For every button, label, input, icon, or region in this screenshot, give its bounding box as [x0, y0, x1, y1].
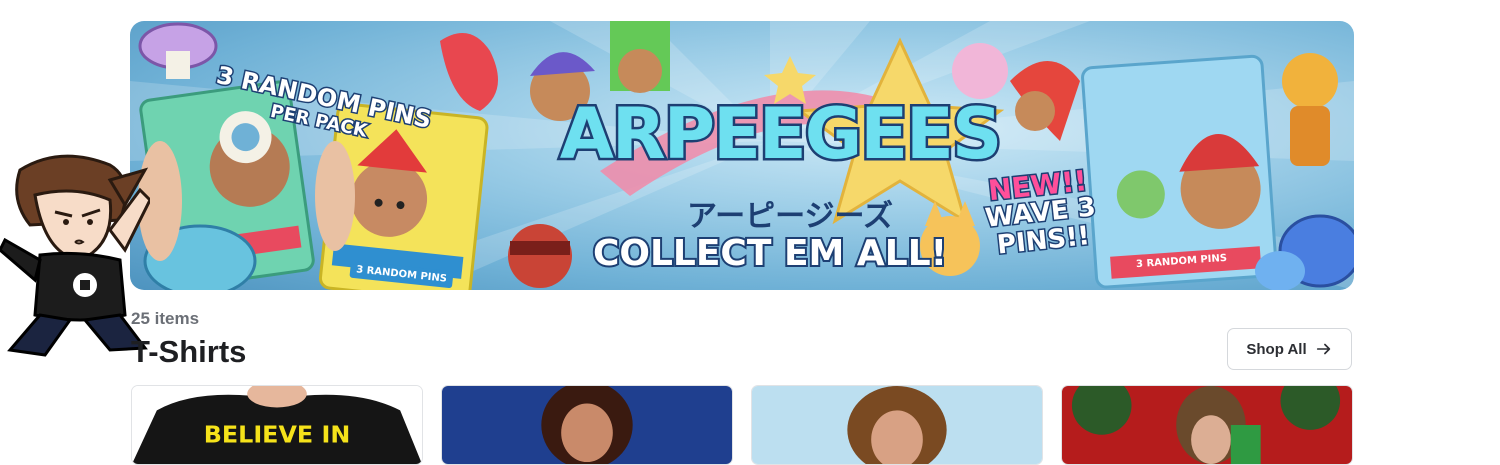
arrow-right-icon: [1316, 343, 1330, 355]
promo-banner[interactable]: 3 RANDOM PINS PER PACK ARPEEGEES アーピージーズ…: [130, 21, 1354, 290]
product-image: BELIEVE IN: [132, 386, 422, 464]
shop-all-button[interactable]: Shop All: [1227, 328, 1352, 370]
product-image: [1062, 386, 1352, 464]
product-card-4[interactable]: [1061, 385, 1353, 465]
banner-tagline: COLLECT EM ALL!: [591, 231, 949, 276]
product-card-2[interactable]: [441, 385, 733, 465]
banner-wordmark: ARPEEGEES: [557, 93, 1005, 175]
mascot-character-image: [0, 154, 150, 357]
section-title: T-Shirts: [131, 334, 247, 369]
shirt-print-text: BELIEVE IN: [204, 421, 351, 449]
shop-all-label: Shop All: [1246, 340, 1307, 358]
product-image: [442, 386, 732, 464]
product-image: [752, 386, 1042, 464]
item-count: 25 items: [131, 309, 200, 328]
product-card-1[interactable]: BELIEVE IN: [131, 385, 423, 465]
product-card-3[interactable]: [751, 385, 1043, 465]
banner-japanese-title: アーピージーズ: [686, 199, 894, 234]
wave-badge: NEW!! WAVE 3 PINS!!: [981, 163, 1100, 262]
